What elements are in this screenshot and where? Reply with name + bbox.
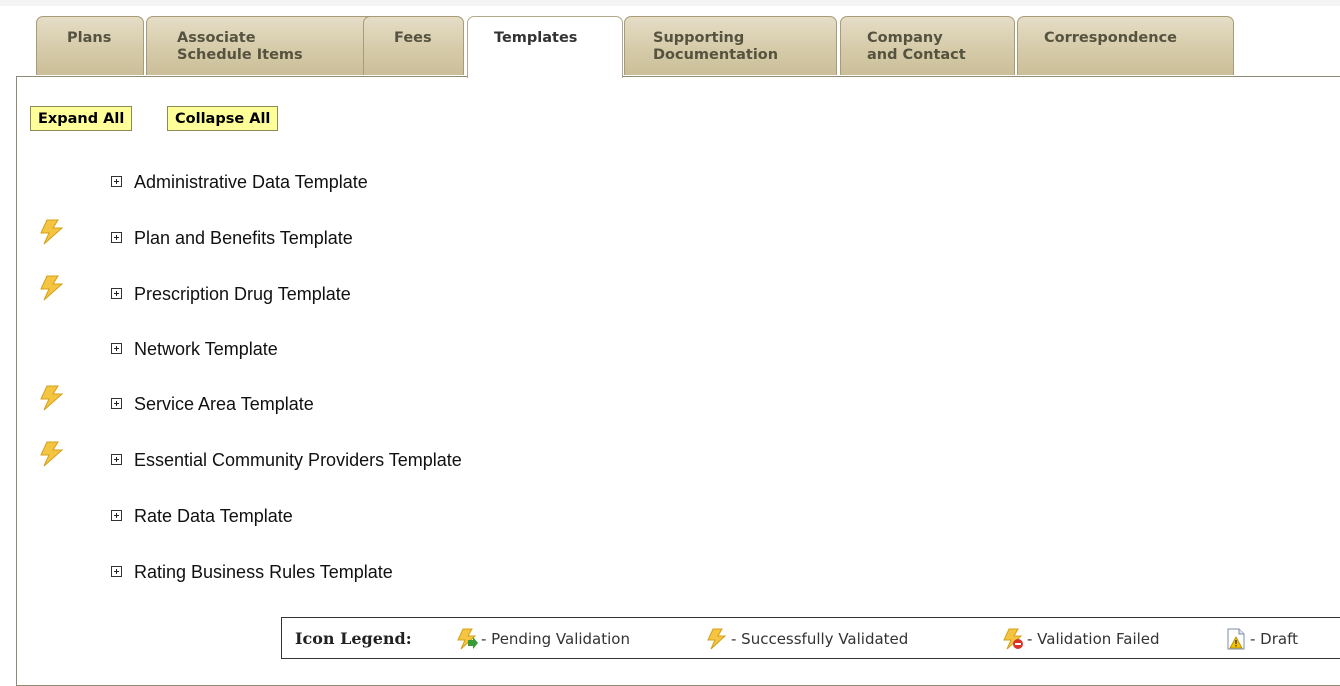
expand-all-button[interactable]: Expand All: [30, 106, 133, 131]
tab-plans[interactable]: Plans: [36, 16, 144, 75]
expand-icon[interactable]: [111, 510, 122, 521]
icon-legend: Icon Legend: - Pending Validation - Succ…: [281, 617, 1340, 659]
top-strip: [0, 0, 1340, 6]
template-label[interactable]: Network Template: [134, 339, 278, 360]
template-label[interactable]: Rate Data Template: [134, 506, 293, 527]
template-label[interactable]: Service Area Template: [134, 394, 314, 415]
template-label[interactable]: Rating Business Rules Template: [134, 562, 393, 583]
tab-company-and-contact[interactable]: Company and Contact: [840, 16, 1015, 75]
tab-correspondence[interactable]: Correspondence: [1017, 16, 1234, 75]
tab-fees[interactable]: Fees: [363, 16, 464, 75]
expand-icon[interactable]: [111, 454, 122, 465]
template-label[interactable]: Prescription Drug Template: [134, 284, 351, 305]
expand-icon[interactable]: [111, 566, 122, 577]
template-label[interactable]: Essential Community Providers Template: [134, 450, 462, 471]
legend-success-label: - Successfully Validated: [731, 630, 909, 648]
template-label[interactable]: Administrative Data Template: [134, 172, 368, 193]
legend-draft-label: - Draft: [1250, 630, 1298, 648]
successfully-validated-icon: [40, 441, 64, 467]
legend-pending-label: - Pending Validation: [481, 630, 630, 648]
tab-label: Plans: [67, 30, 112, 46]
templates-panel: [16, 76, 1340, 686]
tab-associate-schedule-items[interactable]: Associate Schedule Items: [146, 16, 394, 75]
tab-templates[interactable]: Templates: [467, 16, 623, 78]
tab-label: Company and Contact: [867, 30, 966, 63]
tab-label: Templates: [494, 30, 578, 46]
tab-label: Supporting Documentation: [653, 30, 779, 63]
successfully-validated-icon: [707, 628, 727, 650]
legend-failed-label: - Validation Failed: [1027, 630, 1160, 648]
expand-icon[interactable]: [111, 343, 122, 354]
expand-icon[interactable]: [111, 288, 122, 299]
validation-failed-icon: [1003, 628, 1023, 650]
collapse-all-button[interactable]: Collapse All: [167, 106, 279, 131]
expand-icon[interactable]: [111, 398, 122, 409]
tab-label: Correspondence: [1044, 30, 1177, 46]
tab-supporting-documentation[interactable]: Supporting Documentation: [624, 16, 837, 75]
expand-icon[interactable]: [111, 176, 122, 187]
successfully-validated-icon: [40, 219, 64, 245]
successfully-validated-icon: [40, 275, 64, 301]
tab-label: Fees: [394, 30, 432, 46]
tab-label: Associate Schedule Items: [177, 30, 303, 63]
pending-validation-icon: [457, 628, 478, 650]
legend-title: Icon Legend:: [295, 629, 412, 648]
draft-icon: [1227, 628, 1245, 650]
expand-icon[interactable]: [111, 232, 122, 243]
template-label[interactable]: Plan and Benefits Template: [134, 228, 353, 249]
successfully-validated-icon: [40, 385, 64, 411]
